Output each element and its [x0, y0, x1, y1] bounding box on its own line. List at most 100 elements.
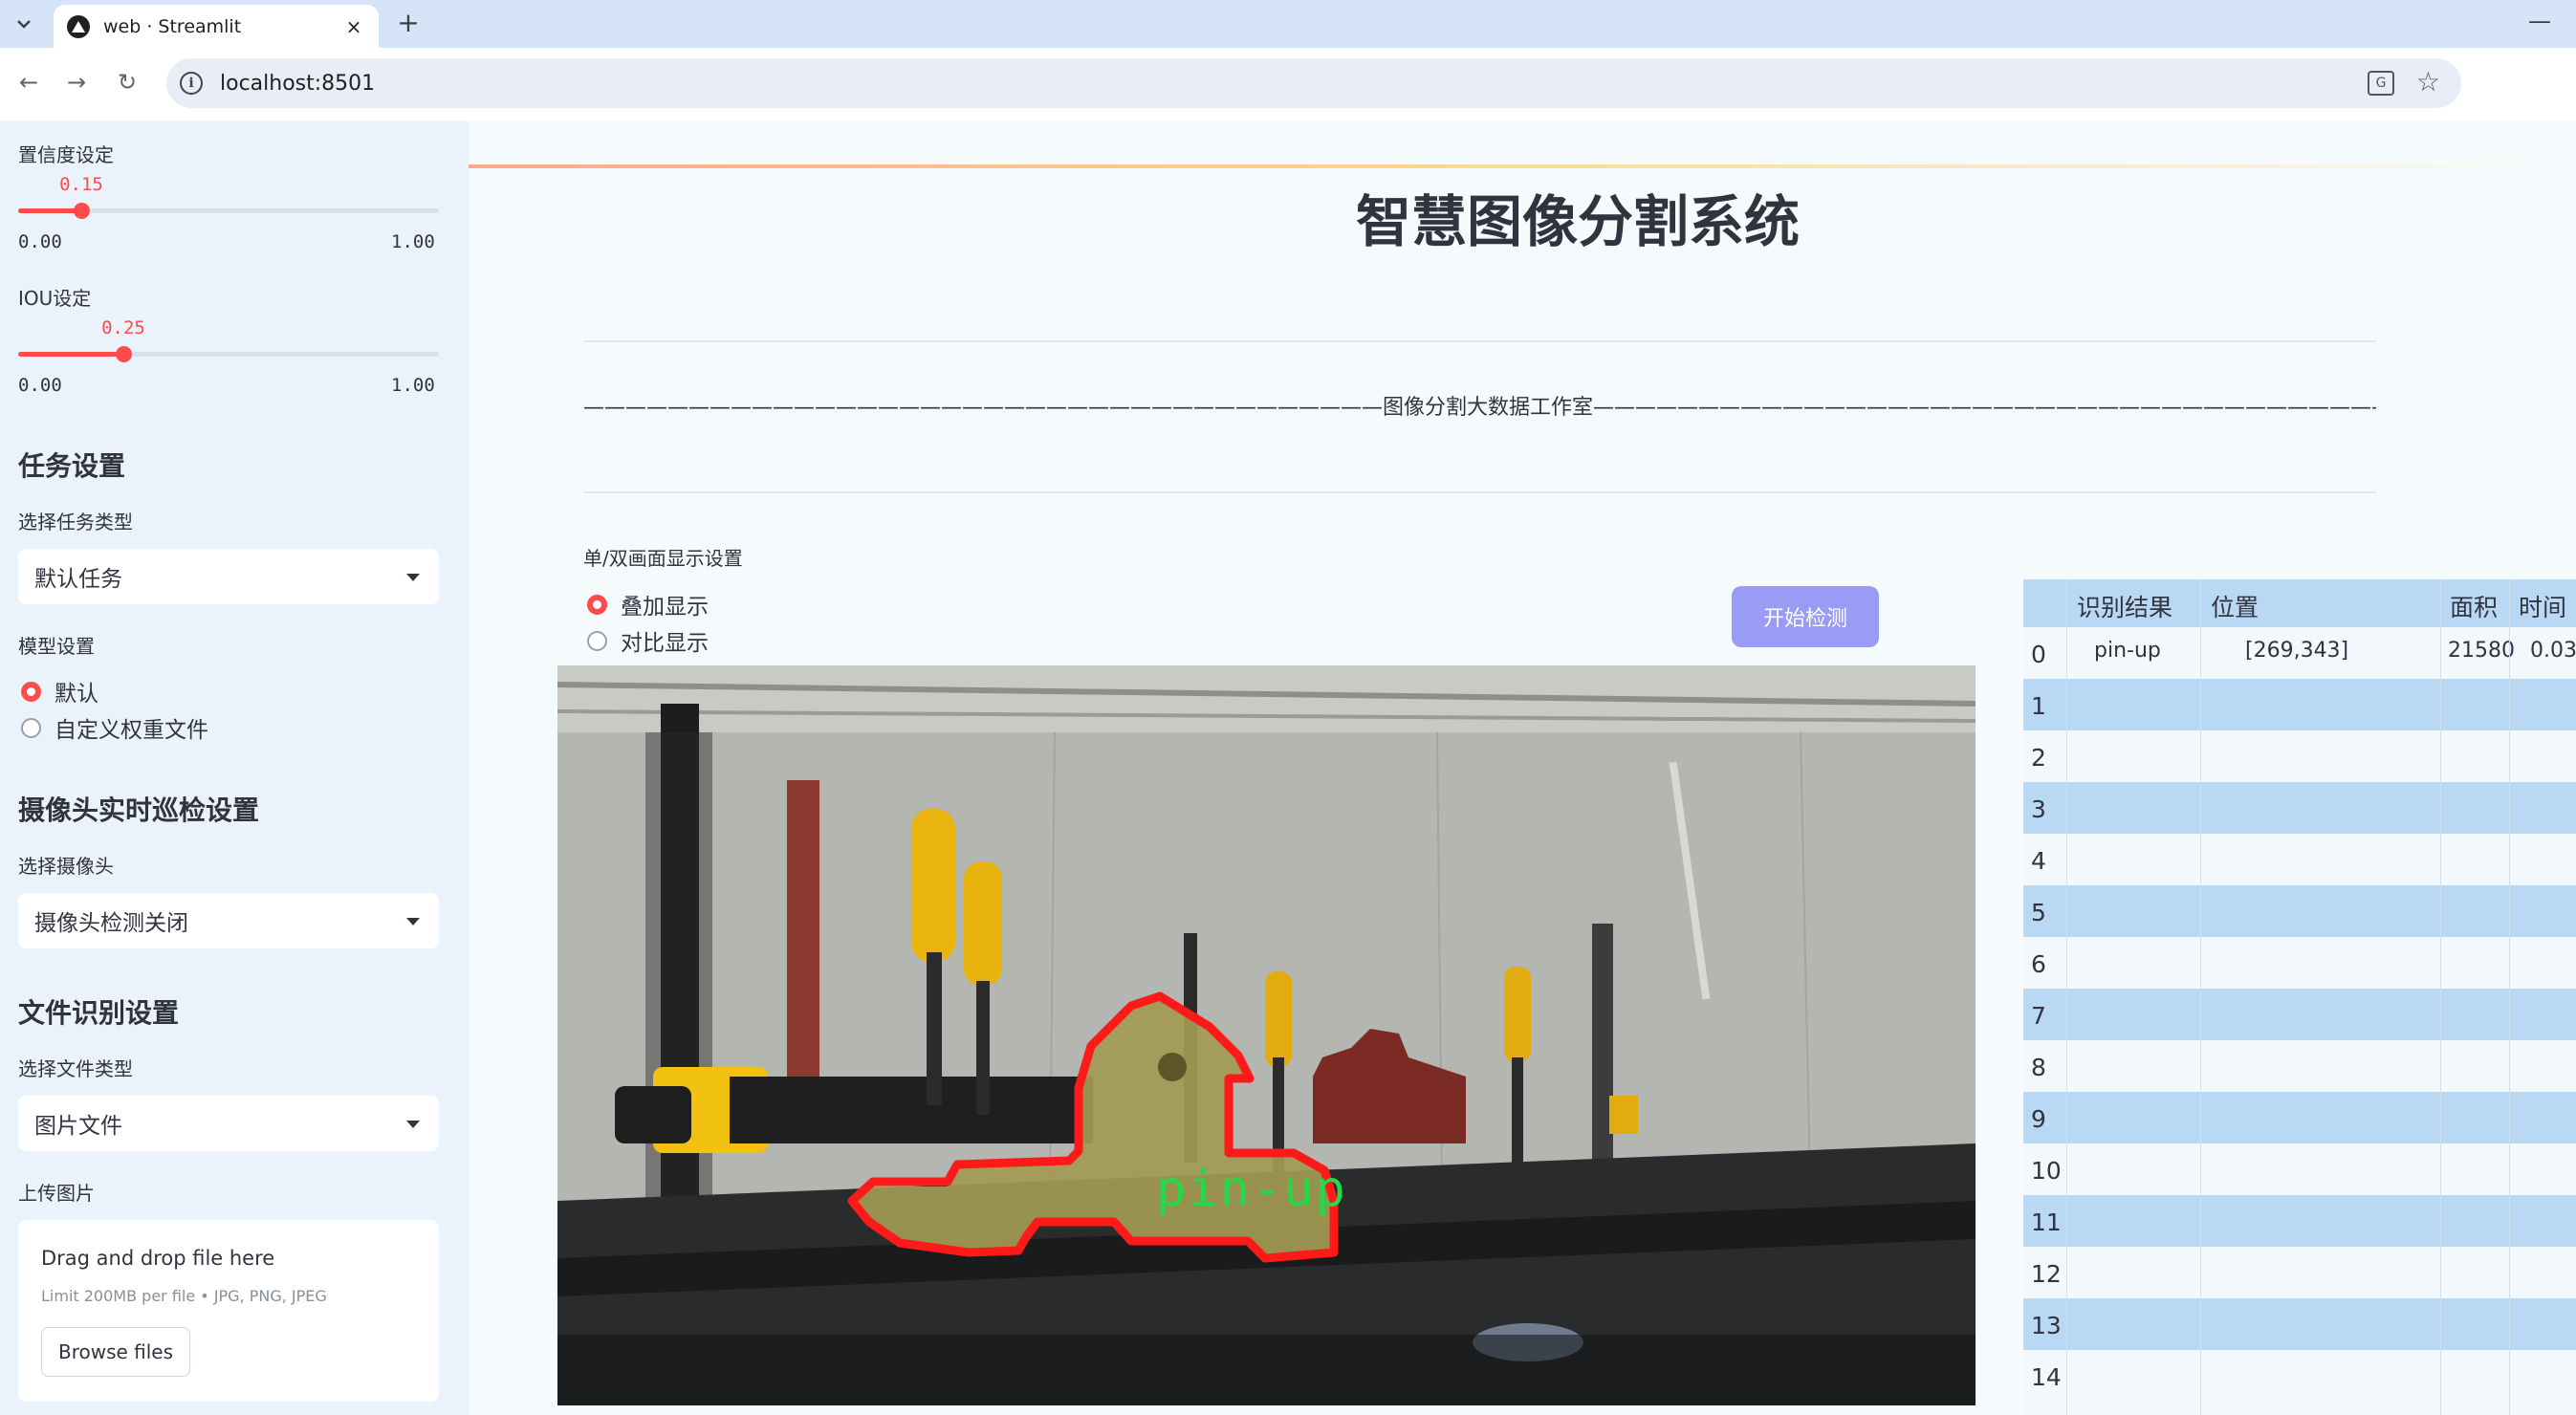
row-index: 13 [2031, 1312, 2062, 1339]
confidence-label: 置信度设定 [18, 143, 114, 166]
position-cell: [269,343] [2245, 639, 2349, 663]
column-header[interactable]: 识别结果 [2077, 589, 2172, 623]
display-radio-compare[interactable]: 对比显示 [587, 624, 709, 657]
radio-selected-icon[interactable] [21, 681, 41, 702]
display-option-label: 对比显示 [621, 631, 709, 656]
minimize-button[interactable]: — [2528, 8, 2551, 34]
divider-bottom [583, 491, 2376, 493]
chevron-down-icon [406, 918, 420, 925]
table-row[interactable]: 2 [2023, 730, 2576, 782]
camera-select-value: 摄像头检测关闭 [34, 911, 188, 936]
task-type-select[interactable]: 默认任务 [18, 549, 439, 604]
camera-select[interactable]: 摄像头检测关闭 [18, 893, 439, 948]
camera-select-label: 选择摄像头 [18, 855, 114, 878]
url-text[interactable]: localhost:8501 [220, 72, 375, 96]
display-option-label: 叠加显示 [621, 595, 709, 620]
display-radio-overlay[interactable]: 叠加显示 [587, 588, 709, 620]
time-cell: 0.03 [2530, 639, 2576, 663]
table-row[interactable]: 0 pin-up [269,343] 21580 0.03 [2023, 627, 2576, 679]
confidence-slider-thumb[interactable] [74, 203, 90, 219]
page-title: 智慧图像分割系统 [1355, 189, 1800, 254]
task-type-label: 选择任务类型 [18, 511, 133, 533]
translate-icon[interactable]: G [2368, 71, 2394, 96]
radio-selected-icon[interactable] [587, 594, 607, 615]
table-row[interactable]: 12 [2023, 1247, 2576, 1298]
table-row[interactable]: 11 [2023, 1195, 2576, 1247]
divider-top [583, 340, 2376, 342]
upload-drop-text: Drag and drop file here [41, 1247, 275, 1270]
table-row[interactable]: 10 [2023, 1143, 2576, 1195]
file-settings-heading: 文件识别设置 [18, 997, 180, 1029]
column-header[interactable]: 位置 [2211, 589, 2259, 623]
workshop-scene-illustration [557, 665, 1976, 1405]
upload-limit-text: Limit 200MB per file • JPG, PNG, JPEG [41, 1287, 327, 1305]
site-info-icon[interactable]: i [180, 72, 203, 95]
tab-title: web · Streamlit [103, 15, 242, 37]
column-divider [2440, 579, 2441, 1415]
iou-slider-fill [18, 352, 123, 357]
file-type-select[interactable]: 图片文件 [18, 1096, 439, 1151]
start-detection-button[interactable]: 开始检测 [1732, 586, 1879, 647]
bookmark-star-icon[interactable]: ☆ [2416, 66, 2440, 98]
row-index: 1 [2031, 692, 2046, 720]
reload-icon[interactable]: ↻ [110, 65, 144, 99]
new-tab-button[interactable]: + [394, 7, 423, 38]
row-index: 4 [2031, 847, 2046, 875]
iou-slider[interactable] [18, 346, 439, 362]
row-index: 9 [2031, 1105, 2046, 1133]
file-type-value: 图片文件 [34, 1114, 122, 1139]
table-row[interactable]: 3 [2023, 782, 2576, 834]
file-uploader-dropzone[interactable]: Drag and drop file here Limit 200MB per … [18, 1220, 439, 1402]
browse-files-button[interactable]: Browse files [41, 1327, 190, 1377]
row-index: 6 [2031, 950, 2046, 978]
column-header[interactable]: 时间 [2519, 589, 2566, 623]
row-index: 11 [2031, 1208, 2062, 1236]
row-index: 0 [2031, 641, 2046, 668]
row-index: 2 [2031, 744, 2046, 772]
display-mode-label: 单/双画面显示设置 [583, 547, 743, 570]
row-index: 3 [2031, 795, 2046, 823]
tab-close-icon[interactable]: × [342, 15, 365, 38]
row-index: 5 [2031, 899, 2046, 926]
radio-unselected-icon[interactable] [21, 717, 41, 738]
result-cell: pin-up [2094, 639, 2161, 663]
table-row[interactable]: 13 [2023, 1298, 2576, 1350]
browser-toolbar: ← → ↻ i localhost:8501 G ☆ [0, 48, 2576, 168]
table-row[interactable]: 8 [2023, 1040, 2576, 1092]
file-type-label: 选择文件类型 [18, 1057, 133, 1080]
browser-tab-bar: web · Streamlit × + — [0, 0, 2576, 48]
confidence-min: 0.00 [18, 231, 62, 252]
confidence-slider-fill [18, 208, 81, 213]
address-bar[interactable]: i localhost:8501 G ☆ [166, 58, 2461, 108]
radio-unselected-icon[interactable] [587, 630, 607, 651]
confidence-slider[interactable] [18, 203, 439, 219]
table-row[interactable]: 6 [2023, 937, 2576, 989]
column-divider [2066, 579, 2067, 1415]
back-arrow-icon[interactable]: ← [11, 65, 46, 99]
model-radio-custom[interactable]: 自定义权重文件 [21, 711, 208, 744]
table-row[interactable]: 1 [2023, 679, 2576, 730]
iou-min: 0.00 [18, 375, 62, 396]
area-cell: 21580 [2448, 639, 2515, 663]
result-table[interactable]: 识别结果 位置 面积 时间 0 pin-up [269,343] 21580 0… [2023, 579, 2576, 1415]
column-divider [2200, 579, 2201, 1415]
table-row[interactable]: 5 [2023, 885, 2576, 937]
model-option-label: 默认 [55, 682, 98, 707]
row-index: 14 [2031, 1363, 2062, 1391]
iou-slider-thumb[interactable] [116, 346, 132, 362]
upload-label: 上传图片 [18, 1182, 95, 1205]
camera-settings-heading: 摄像头实时巡检设置 [18, 795, 260, 826]
column-header[interactable]: 面积 [2450, 589, 2498, 623]
forward-arrow-icon[interactable]: → [59, 65, 94, 99]
table-row[interactable]: 7 [2023, 989, 2576, 1040]
table-row[interactable]: 14 [2023, 1350, 2576, 1402]
task-settings-heading: 任务设置 [18, 450, 126, 482]
row-index: 8 [2031, 1054, 2046, 1081]
sidebar: 置信度设定 0.15 0.00 1.00 IOU设定 0.25 0.00 1.0… [0, 120, 469, 1415]
table-row[interactable]: 9 [2023, 1092, 2576, 1143]
model-radio-default[interactable]: 默认 [21, 675, 98, 708]
browser-tab[interactable]: web · Streamlit × [54, 5, 379, 48]
row-index: 12 [2031, 1260, 2062, 1288]
tab-search-chevron-icon[interactable] [10, 10, 38, 38]
table-row[interactable]: 4 [2023, 834, 2576, 885]
